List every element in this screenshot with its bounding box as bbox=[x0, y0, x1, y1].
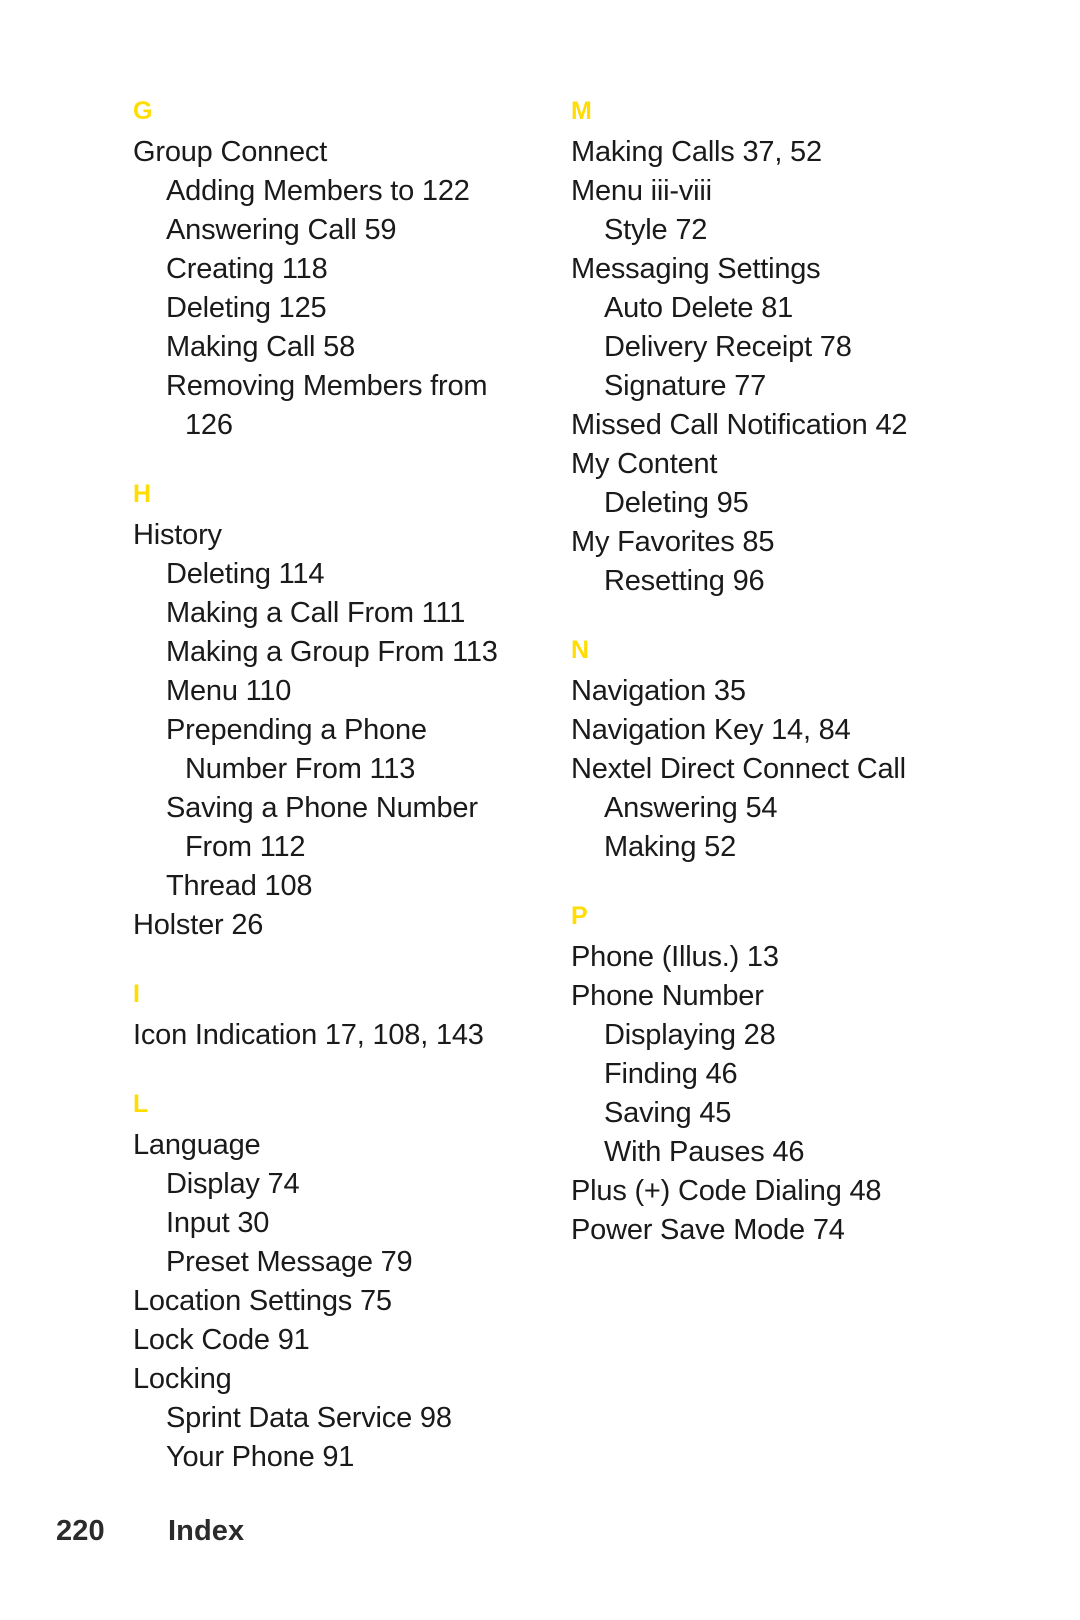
index-subentry: Deleting 114 bbox=[166, 558, 325, 590]
index-columns: G Group Connect Adding Members to 122 Answe… bbox=[0, 96, 1080, 1477]
index-entry: My Content bbox=[571, 448, 718, 480]
index-subentry: Making a Group From 113 bbox=[166, 636, 498, 668]
index-entry: Phone Number bbox=[571, 980, 764, 1012]
index-subentry: Thread 108 bbox=[166, 870, 313, 902]
index-subentry: Making Call 58 bbox=[166, 331, 356, 363]
footer-section-label: Index bbox=[168, 1515, 245, 1547]
index-subentry: From 112 bbox=[185, 831, 306, 863]
index-subentry: Number From 113 bbox=[185, 753, 416, 785]
index-entry: Group Connect bbox=[133, 136, 328, 168]
index-subentry: Input 30 bbox=[166, 1207, 270, 1239]
index-subentry: With Pauses 46 bbox=[604, 1136, 805, 1168]
index-subentry: Signature 77 bbox=[604, 370, 767, 402]
index-subentry: Saving a Phone Number bbox=[166, 792, 478, 824]
index-entry: Locking bbox=[133, 1363, 232, 1395]
index-entry: Location Settings 75 bbox=[133, 1285, 392, 1317]
index-entry: Plus (+) Code Dialing 48 bbox=[571, 1175, 882, 1207]
index-entry: Holster 26 bbox=[133, 909, 264, 941]
index-entry: Language bbox=[133, 1129, 261, 1161]
index-subentry: Making 52 bbox=[604, 831, 736, 863]
index-subentry: Adding Members to 122 bbox=[166, 175, 470, 207]
index-subentry: Making a Call From 111 bbox=[166, 597, 466, 629]
section-letter-heading: I bbox=[133, 980, 141, 1008]
index-subentry: Prepending a Phone bbox=[166, 714, 427, 746]
footer-page-number: 220 bbox=[56, 1515, 105, 1547]
index-section-m: M Making Calls 37, 52 Menu iii-viii Style 7… bbox=[571, 96, 1011, 601]
index-column-right: M Making Calls 37, 52 Menu iii-viii Style 7… bbox=[571, 96, 1011, 1477]
index-column-left: G Group Connect Adding Members to 122 Answe… bbox=[133, 96, 573, 1477]
index-subentry: Displaying 28 bbox=[604, 1019, 776, 1051]
index-subentry: Menu 110 bbox=[166, 675, 292, 707]
index-section-n: N Navigation 35 Navigation Key 14, 84 Nexte… bbox=[571, 635, 1011, 867]
index-entry: Icon Indication 17, 108, 143 bbox=[133, 1019, 484, 1051]
index-subentry: 126 bbox=[185, 409, 233, 441]
index-section-g: G Group Connect Adding Members to 122 Answe… bbox=[133, 96, 573, 445]
index-subentry: Display 74 bbox=[166, 1168, 300, 1200]
index-subentry: Your Phone 91 bbox=[166, 1441, 355, 1473]
index-section-h: H History Deleting 114 Making a Call From 1… bbox=[133, 479, 573, 945]
index-subentry: Answering Call 59 bbox=[166, 214, 397, 246]
section-letter-heading: M bbox=[571, 97, 593, 125]
section-letter-heading: H bbox=[133, 480, 152, 508]
index-section-i: I Icon Indication 17, 108, 143 bbox=[133, 979, 573, 1055]
index-entry: Nextel Direct Connect Call bbox=[571, 753, 906, 785]
section-letter-heading: G bbox=[133, 97, 153, 125]
index-section-l: L Language Display 74 Input 30 Preset Messag… bbox=[133, 1089, 573, 1477]
index-subentry: Removing Members from bbox=[166, 370, 488, 402]
page-footer: 220 Index bbox=[0, 1513, 1080, 1563]
index-subentry: Style 72 bbox=[604, 214, 708, 246]
index-subentry: Answering 54 bbox=[604, 792, 778, 824]
index-entry: Navigation Key 14, 84 bbox=[571, 714, 851, 746]
index-entry: Making Calls 37, 52 bbox=[571, 136, 822, 168]
index-subentry: Finding 46 bbox=[604, 1058, 738, 1090]
index-page: G Group Connect Adding Members to 122 Answe… bbox=[0, 0, 1080, 1620]
section-letter-heading: N bbox=[571, 636, 590, 664]
index-subentry: Auto Delete 81 bbox=[604, 292, 794, 324]
index-section-p: P Phone (Illus.) 13 Phone Number Displaying… bbox=[571, 901, 1011, 1250]
index-subentry: Sprint Data Service 98 bbox=[166, 1402, 452, 1434]
index-entry: Power Save Mode 74 bbox=[571, 1214, 845, 1246]
section-letter-heading: P bbox=[571, 902, 588, 930]
index-entry: Messaging Settings bbox=[571, 253, 821, 285]
index-entry: History bbox=[133, 519, 222, 551]
index-entry: My Favorites 85 bbox=[571, 526, 775, 558]
index-subentry: Creating 118 bbox=[166, 253, 328, 285]
index-entry: Lock Code 91 bbox=[133, 1324, 310, 1356]
index-entry: Phone (Illus.) 13 bbox=[571, 941, 779, 973]
section-letter-heading: L bbox=[133, 1090, 149, 1118]
index-subentry: Deleting 95 bbox=[604, 487, 749, 519]
index-entry: Menu iii-viii bbox=[571, 175, 712, 207]
index-subentry: Resetting 96 bbox=[604, 565, 765, 597]
index-entry: Missed Call Notification 42 bbox=[571, 409, 908, 441]
index-subentry: Saving 45 bbox=[604, 1097, 732, 1129]
index-subentry: Preset Message 79 bbox=[166, 1246, 413, 1278]
index-subentry: Deleting 125 bbox=[166, 292, 327, 324]
index-entry: Navigation 35 bbox=[571, 675, 746, 707]
index-subentry: Delivery Receipt 78 bbox=[604, 331, 852, 363]
